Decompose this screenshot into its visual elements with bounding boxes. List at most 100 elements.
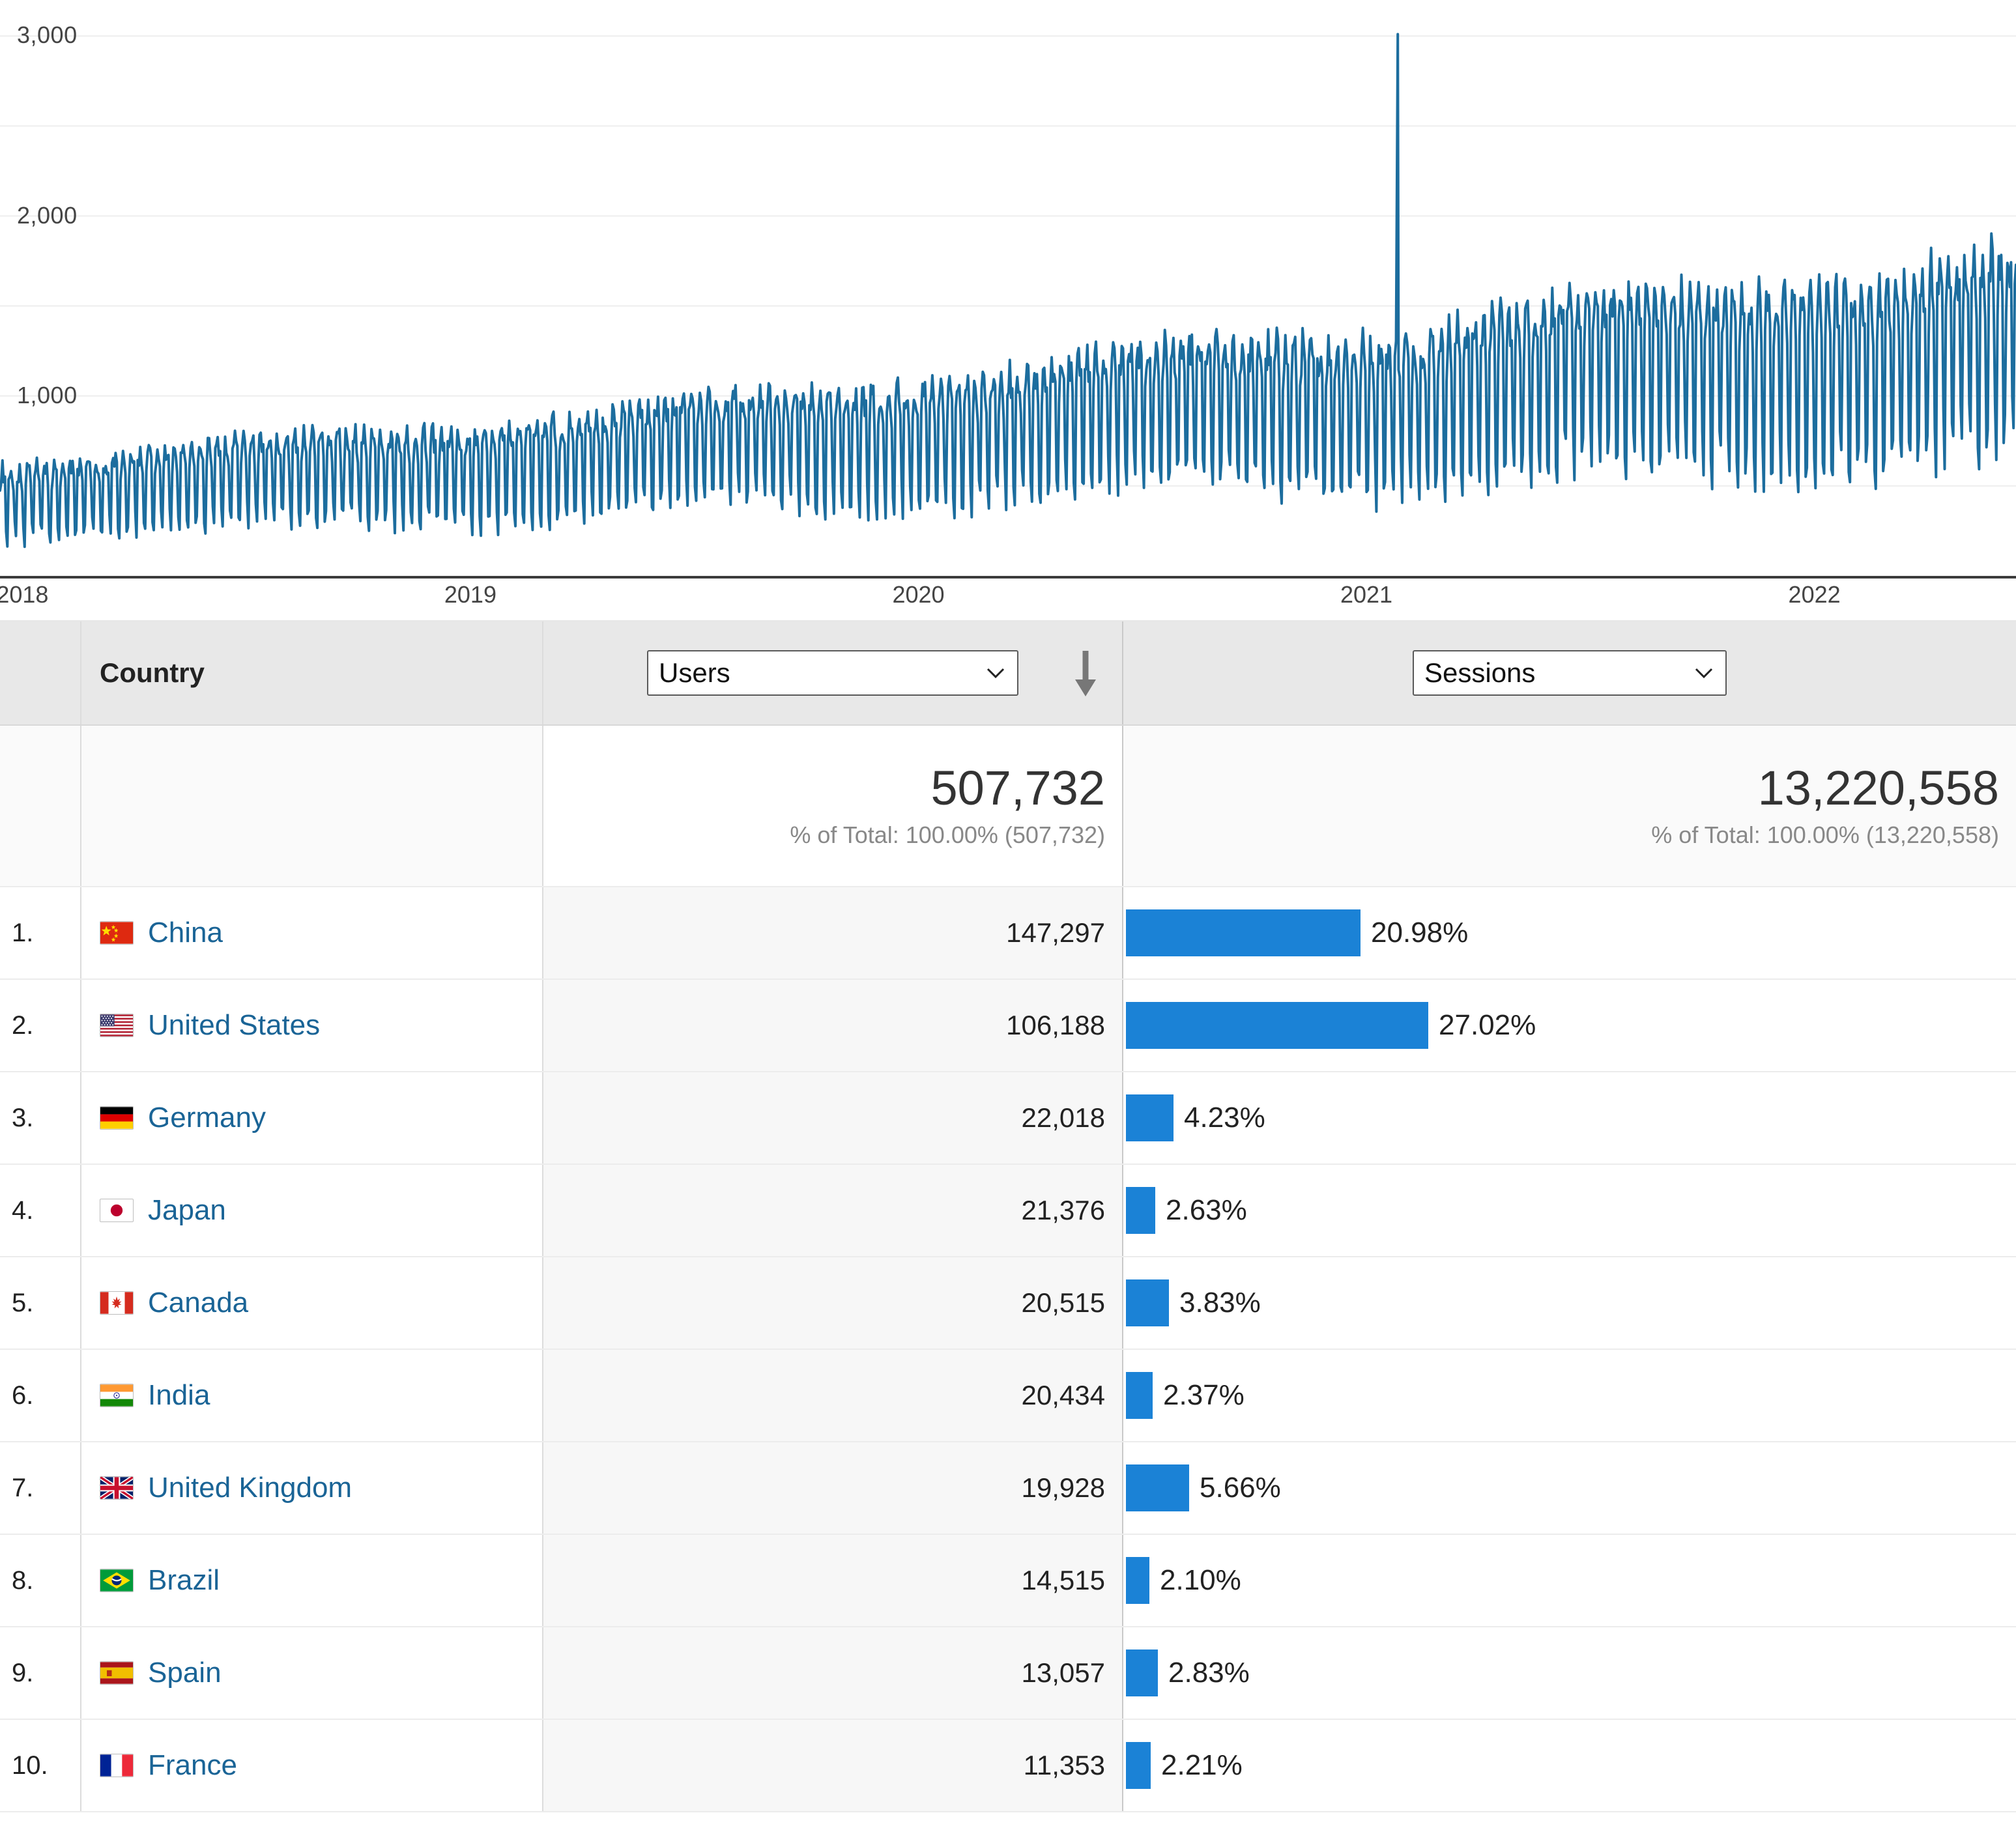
chart-plot-area xyxy=(0,0,2016,576)
totals-index-cell xyxy=(0,726,80,886)
table-row[interactable]: 7. United Kingdom 19,928 5.66% xyxy=(0,1442,2016,1535)
row-country-cell: United States xyxy=(80,980,542,1071)
sessions-percent-bar xyxy=(1126,1094,1174,1141)
country-link[interactable]: United States xyxy=(148,1009,320,1042)
header-users-cell: UsersSessionsNew UsersBounce RatePages /… xyxy=(542,621,1122,724)
flag-br-icon xyxy=(100,1569,134,1592)
row-users-value: 14,515 xyxy=(542,1535,1122,1626)
country-link[interactable]: Germany xyxy=(148,1102,266,1134)
flag-cn-icon xyxy=(100,921,134,945)
row-sessions-cell: 5.66% xyxy=(1122,1442,2016,1534)
country-metrics-table: Country UsersSessionsNew UsersBounce Rat… xyxy=(0,620,2016,1812)
sessions-percent-bar xyxy=(1126,909,1361,956)
row-index: 3. xyxy=(12,1103,34,1132)
table-header-row: Country UsersSessionsNew UsersBounce Rat… xyxy=(0,621,2016,726)
sessions-metric-select[interactable]: UsersSessionsNew UsersBounce RatePages /… xyxy=(1413,650,1727,696)
sessions-percent-bar xyxy=(1126,1372,1153,1419)
row-index: 4. xyxy=(12,1195,34,1225)
row-country-cell: Canada xyxy=(80,1257,542,1349)
row-country-cell: United Kingdom xyxy=(80,1442,542,1534)
row-sessions-cell: 2.10% xyxy=(1122,1535,2016,1626)
row-country-cell: Spain xyxy=(80,1627,542,1719)
flag-in-icon xyxy=(100,1384,134,1407)
sessions-percent-label: 27.02% xyxy=(1439,1009,1536,1041)
y-axis-tick-label: 3,000 xyxy=(17,21,78,49)
country-link[interactable]: Japan xyxy=(148,1194,226,1227)
row-index: 10. xyxy=(12,1750,48,1780)
flag-jp-icon xyxy=(100,1199,134,1222)
column-header-country: Country xyxy=(100,657,205,688)
chart-svg xyxy=(0,33,2016,549)
row-index: 8. xyxy=(12,1565,34,1595)
x-axis-tick-label: 2021 xyxy=(1340,581,1393,608)
sessions-percent-label: 2.21% xyxy=(1161,1749,1243,1781)
row-users-value: 13,057 xyxy=(542,1627,1122,1719)
row-index: 7. xyxy=(12,1473,34,1502)
flag-us-icon xyxy=(100,1014,134,1037)
row-users-value: 106,188 xyxy=(542,980,1122,1071)
sessions-percent-label: 2.37% xyxy=(1163,1379,1245,1411)
row-sessions-cell: 2.83% xyxy=(1122,1627,2016,1719)
table-totals-row: 507,732 % of Total: 100.00% (507,732) 13… xyxy=(0,726,2016,887)
row-index: 9. xyxy=(12,1658,34,1687)
row-index: 5. xyxy=(12,1288,34,1317)
table-row[interactable]: 2. United States 106,188 27.02% xyxy=(0,980,2016,1072)
table-row[interactable]: 8. Brazil 14,515 2.10% xyxy=(0,1535,2016,1627)
header-sessions-cell: UsersSessionsNew UsersBounce RatePages /… xyxy=(1122,621,2016,724)
sessions-bar-group: 20.98% xyxy=(1126,909,2016,956)
sessions-percent-bar xyxy=(1126,1464,1189,1511)
row-country-cell: India xyxy=(80,1350,542,1441)
table-row[interactable]: 3. Germany 22,018 4.23% xyxy=(0,1072,2016,1165)
x-axis-tick-label: 2020 xyxy=(892,581,945,608)
row-sessions-cell: 2.37% xyxy=(1122,1350,2016,1441)
x-axis-tick-label: 2019 xyxy=(444,581,497,608)
row-country-cell: Japan xyxy=(80,1165,542,1256)
row-country-cell: France xyxy=(80,1720,542,1811)
table-row[interactable]: 6. India 20,434 2.37% xyxy=(0,1350,2016,1442)
chart-x-axis-rule xyxy=(0,576,2016,578)
flag-gb-icon xyxy=(100,1476,134,1500)
country-link[interactable]: United Kingdom xyxy=(148,1472,352,1504)
sessions-percent-label: 2.83% xyxy=(1168,1657,1250,1689)
totals-sessions-value: 13,220,558 xyxy=(1757,761,1999,816)
totals-users-value: 507,732 xyxy=(930,761,1106,816)
table-body: 1. China 147,297 20.98% 2. United States 106,1… xyxy=(0,887,2016,1812)
table-row[interactable]: 5. Canada 20,515 3.83% xyxy=(0,1257,2016,1350)
users-metric-select-wrap: UsersSessionsNew UsersBounce RatePages /… xyxy=(647,650,1018,696)
row-users-value: 20,515 xyxy=(542,1257,1122,1349)
table-row[interactable]: 9. Spain 13,057 2.83% xyxy=(0,1627,2016,1720)
row-sessions-cell: 20.98% xyxy=(1122,887,2016,978)
row-country-cell: Brazil xyxy=(80,1535,542,1626)
totals-country-cell xyxy=(80,726,542,886)
totals-sessions-percent: % of Total: 100.00% (13,220,558) xyxy=(1651,821,1999,848)
sessions-percent-label: 20.98% xyxy=(1371,917,1469,949)
row-sessions-cell: 4.23% xyxy=(1122,1072,2016,1164)
row-sessions-cell: 2.63% xyxy=(1122,1165,2016,1256)
row-index: 2. xyxy=(12,1010,34,1040)
table-row[interactable]: 10. France 11,353 2.21% xyxy=(0,1720,2016,1812)
table-row[interactable]: 4. Japan 21,376 2.63% xyxy=(0,1165,2016,1257)
sort-descending-arrow-icon[interactable] xyxy=(1071,648,1100,698)
country-link[interactable]: France xyxy=(148,1749,237,1782)
country-link[interactable]: China xyxy=(148,917,223,949)
table-row[interactable]: 1. China 147,297 20.98% xyxy=(0,887,2016,980)
flag-de-icon xyxy=(100,1106,134,1130)
row-users-value: 21,376 xyxy=(542,1165,1122,1256)
country-link[interactable]: India xyxy=(148,1379,210,1412)
header-index-cell xyxy=(0,621,80,724)
country-link[interactable]: Brazil xyxy=(148,1564,220,1597)
row-country-cell: China xyxy=(80,887,542,978)
sessions-metric-select-wrap: UsersSessionsNew UsersBounce RatePages /… xyxy=(1413,650,1727,696)
users-over-time-chart: 1,000 2,000 3,000 2018 2019 2020 2021 2022 xyxy=(0,0,2016,620)
totals-sessions-cell: 13,220,558 % of Total: 100.00% (13,220,5… xyxy=(1122,726,2016,886)
row-country-cell: Germany xyxy=(80,1072,542,1164)
sessions-bar-group: 5.66% xyxy=(1126,1464,2016,1511)
row-index: 6. xyxy=(12,1380,34,1410)
totals-users-percent: % of Total: 100.00% (507,732) xyxy=(790,821,1105,848)
sessions-percent-label: 2.63% xyxy=(1166,1194,1247,1226)
country-link[interactable]: Spain xyxy=(148,1657,222,1689)
country-link[interactable]: Canada xyxy=(148,1287,248,1319)
users-metric-select[interactable]: UsersSessionsNew UsersBounce RatePages /… xyxy=(647,650,1018,696)
row-users-value: 22,018 xyxy=(542,1072,1122,1164)
flag-es-icon xyxy=(100,1661,134,1685)
